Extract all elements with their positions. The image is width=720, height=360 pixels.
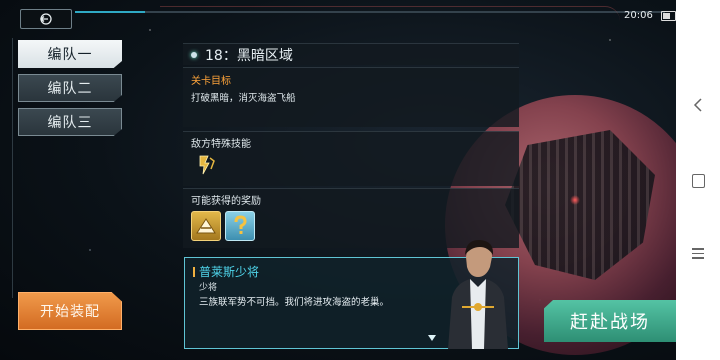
back-arrow-icon [39, 13, 52, 25]
stage-dot-icon [191, 51, 197, 58]
dialog-next-icon[interactable] [427, 334, 437, 342]
go-to-battle-button[interactable]: 赶赴战场 [544, 300, 676, 342]
android-nav-bar [676, 0, 720, 360]
stage-title-row: 18：黑暗区域 [183, 43, 519, 65]
speaker-name: 普莱斯少将 [199, 265, 260, 279]
goal-label: 关卡目标 [191, 76, 231, 87]
nav-home-icon[interactable] [692, 174, 705, 188]
rewards-label: 可能获得的奖励 [191, 196, 261, 207]
left-rail-line [12, 38, 13, 298]
gold-pyramid-reward-icon[interactable] [191, 211, 221, 241]
dialog-text: 三族联军势不可挡。我们将进攻海盗的老巢。 [199, 297, 390, 308]
top-decor-line [160, 6, 620, 21]
skills-label: 敌方特殊技能 [191, 139, 251, 150]
enemy-skill-icon[interactable] [193, 152, 219, 178]
speaker-rank: 少将 [199, 283, 218, 293]
start-equip-button[interactable]: 开始装配 [18, 292, 122, 330]
general-portrait [448, 239, 508, 349]
station-light [570, 195, 580, 205]
shield-shard-icon [199, 155, 215, 175]
dialog-speaker: 普莱斯少将 [193, 263, 259, 280]
status-time: 20:06 [624, 10, 653, 21]
enemy-skills-section: 敌方特殊技能 [183, 131, 519, 186]
tab-formation-1[interactable]: 编队一 [18, 40, 122, 68]
tab-formation-3[interactable]: 编队三 [18, 108, 122, 136]
nav-menu-icon[interactable] [692, 248, 704, 259]
back-button[interactable] [20, 9, 72, 29]
game-scene: 20:06 编队一 编队二 编队三 开始装配 18：黑暗区域 关卡目标 打破黑暗… [0, 0, 676, 360]
nav-back-icon[interactable] [692, 98, 704, 112]
speaker-marker [193, 266, 195, 277]
tab-formation-2[interactable]: 编队二 [18, 74, 122, 102]
mystery-question-reward-icon[interactable] [225, 211, 255, 241]
battery-icon [661, 11, 676, 21]
stage-title: 18：黑暗区域 [205, 47, 293, 64]
stage-goal-section: 关卡目标 打破黑暗，消灭海盗飞船 [183, 67, 519, 127]
goal-text: 打破黑暗，消灭海盗飞船 [191, 93, 296, 104]
